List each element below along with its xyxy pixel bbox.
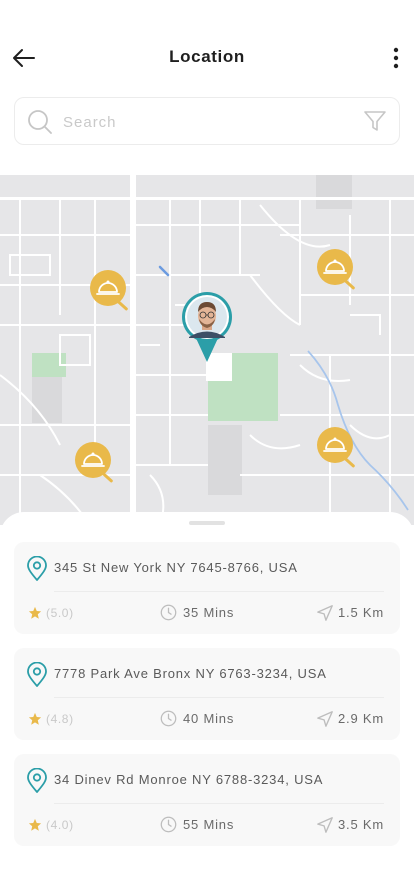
- delivery-time: 40 Mins: [183, 711, 235, 726]
- location-meta: (4.0) 55 Mins 3.5 Km: [14, 816, 400, 834]
- locations-sheet: 345 St New York NY 7645-8766, USA (5.0) …: [0, 512, 414, 896]
- clock-icon: [160, 816, 177, 833]
- distance: 1.5 Km: [338, 605, 384, 620]
- star-icon: [28, 818, 42, 831]
- navigation-icon: [317, 605, 333, 621]
- page-title: Location: [169, 47, 245, 66]
- location-address: 7778 Park Ave Bronx NY 6763-3234, USA: [54, 666, 327, 681]
- restaurant-pin[interactable]: [317, 249, 353, 285]
- distance: 2.9 Km: [338, 711, 384, 726]
- location-address: 34 Dinev Rd Monroe NY 6788-3234, USA: [54, 772, 324, 787]
- rating-value: (5.0): [46, 606, 74, 620]
- divider: [54, 803, 384, 804]
- more-options-button[interactable]: [384, 44, 408, 72]
- map-pin-icon: [27, 768, 47, 793]
- location-card[interactable]: 345 St New York NY 7645-8766, USA (5.0) …: [14, 542, 400, 634]
- location-meta: (5.0) 35 Mins 1.5 Km: [14, 604, 400, 622]
- divider: [54, 591, 384, 592]
- divider: [54, 697, 384, 698]
- map-pin-icon: [27, 556, 47, 581]
- user-avatar-pin-icon: [182, 292, 232, 362]
- rating-value: (4.8): [46, 712, 74, 726]
- map-pin-icon: [27, 662, 47, 687]
- search-input[interactable]: [63, 110, 343, 134]
- location-card[interactable]: 34 Dinev Rd Monroe NY 6788-3234, USA (4.…: [14, 754, 400, 846]
- search-icon[interactable]: [27, 109, 53, 135]
- navigation-icon: [317, 817, 333, 833]
- restaurant-pin[interactable]: [317, 427, 353, 463]
- location-meta: (4.8) 40 Mins 2.9 Km: [14, 710, 400, 728]
- cloche-icon: [323, 437, 347, 452]
- star-icon: [28, 712, 42, 725]
- star-icon: [28, 606, 42, 619]
- drag-handle[interactable]: [189, 521, 225, 525]
- clock-icon: [160, 710, 177, 727]
- user-location-marker[interactable]: [181, 292, 233, 364]
- cloche-icon: [323, 259, 347, 274]
- location-card[interactable]: 7778 Park Ave Bronx NY 6763-3234, USA (4…: [14, 648, 400, 740]
- restaurant-pin[interactable]: [75, 442, 111, 478]
- search-bar: [14, 97, 400, 145]
- cloche-icon: [96, 280, 120, 295]
- cloche-icon: [81, 452, 105, 467]
- clock-icon: [160, 604, 177, 621]
- delivery-time: 55 Mins: [183, 817, 235, 832]
- distance: 3.5 Km: [338, 817, 384, 832]
- filter-icon[interactable]: [363, 109, 387, 133]
- rating-value: (4.0): [46, 818, 74, 832]
- delivery-time: 35 Mins: [183, 605, 235, 620]
- app-header: Location: [0, 0, 414, 100]
- more-vertical-icon: [393, 47, 399, 69]
- navigation-icon: [317, 711, 333, 727]
- location-address: 345 St New York NY 7645-8766, USA: [54, 560, 298, 575]
- restaurant-pin[interactable]: [90, 270, 126, 306]
